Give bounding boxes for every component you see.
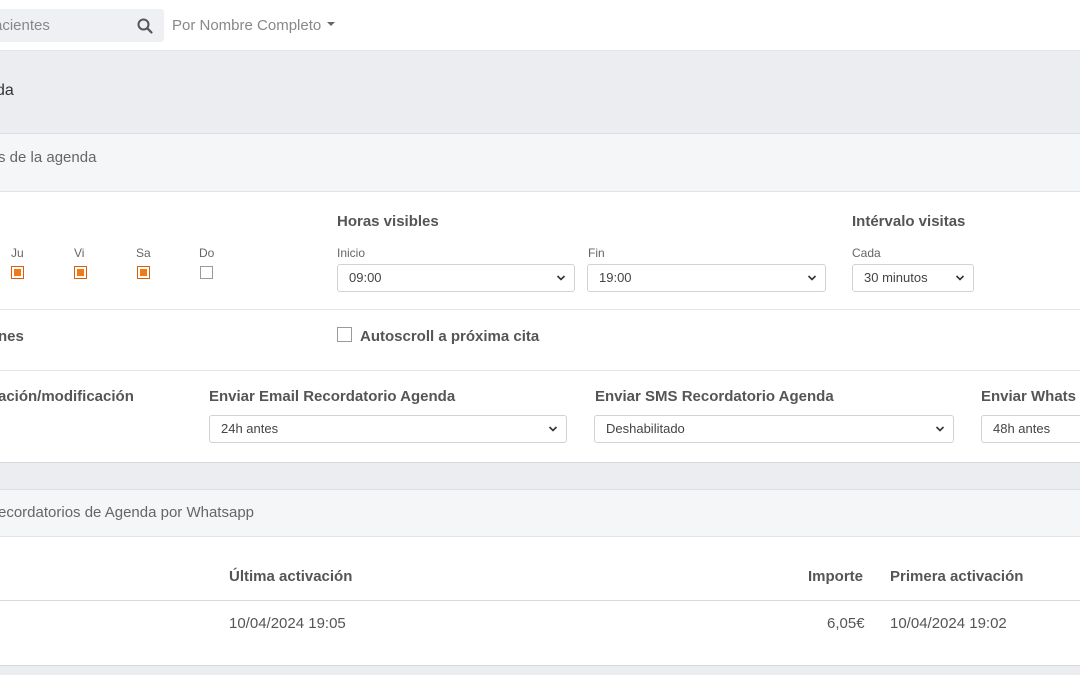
caret-down-icon [327,22,336,27]
sms-reminder-value: Deshabilitado [606,421,685,436]
interval-title: Intérvalo visitas [852,213,966,230]
day-label-ju: Ju [11,246,24,260]
interval-each-label: Cada [852,246,881,260]
confirmation-title: ación/modificación [0,388,134,405]
chevron-down-icon [807,275,817,281]
interval-value: 30 minutos [864,270,928,285]
email-reminder-title: Enviar Email Recordatorio Agenda [209,388,456,405]
start-label: Inicio [337,246,366,260]
whatsapp-reminders-header: ecordatorios de Agenda por Whatsapp [0,490,1080,537]
sms-reminder-title: Enviar SMS Recordatorio Agenda [595,388,834,405]
agenda-settings-header: s de la agenda [0,134,1080,192]
end-hour-select[interactable]: 19:00 [587,264,826,292]
column-first-activation: Primera activación [890,568,1024,585]
column-amount: Importe [808,568,864,585]
autoscroll-checkbox[interactable] [337,327,352,342]
day-checkbox-do[interactable] [200,266,213,279]
page-title: da [0,82,14,99]
day-checkbox-sa[interactable] [137,266,150,279]
whatsapp-reminder-select[interactable]: 48h antes [981,415,1080,443]
divider [0,370,1080,371]
table-header-divider [0,600,1080,601]
day-label-do: Do [199,246,215,260]
chevron-down-icon [556,275,566,281]
end-label: Fin [588,246,605,260]
column-last-activation: Última activación [229,568,353,585]
sms-reminder-select[interactable]: Deshabilitado [594,415,954,443]
start-hour-value: 09:00 [349,270,382,285]
whatsapp-reminder-value: 48h antes [993,421,1051,436]
options-title: nes [0,328,24,345]
agenda-settings-card: s de la agenda Ju Vi Sa Do Horas visible… [0,133,1080,463]
day-label-vi: Vi [74,246,85,260]
day-label-sa: Sa [136,246,151,260]
chevron-down-icon [548,426,558,432]
divider [0,309,1080,310]
chevron-down-icon [935,426,945,432]
search-by-label: Por Nombre Completo [172,17,322,34]
whatsapp-reminders-card: ecordatorios de Agenda por Whatsapp Últi… [0,489,1080,666]
search-input[interactable] [0,9,134,42]
whatsapp-reminder-title: Enviar Whats [981,388,1077,405]
row-last-activation: 10/04/2024 19:05 [229,615,346,632]
email-reminder-select[interactable]: 24h antes [209,415,567,443]
top-bar: Por Nombre Completo [0,0,1080,51]
row-amount: 6,05€ [827,615,865,632]
agenda-settings-title: s de la agenda [0,149,97,166]
search-icon[interactable] [136,17,154,35]
email-reminder-value: 24h antes [221,421,279,436]
end-hour-value: 19:00 [599,270,632,285]
start-hour-select[interactable]: 09:00 [337,264,575,292]
row-first-activation: 10/04/2024 19:02 [890,615,1007,632]
search-by-dropdown[interactable]: Por Nombre Completo [172,17,336,34]
search-box [0,9,164,42]
day-checkbox-vi[interactable] [74,266,87,279]
whatsapp-reminders-title: ecordatorios de Agenda por Whatsapp [0,504,255,521]
chevron-down-icon [955,275,965,281]
interval-select[interactable]: 30 minutos [852,264,974,292]
visible-hours-title: Horas visibles [337,213,439,230]
autoscroll-label: Autoscroll a próxima cita [360,328,540,345]
day-checkbox-ju[interactable] [11,266,24,279]
